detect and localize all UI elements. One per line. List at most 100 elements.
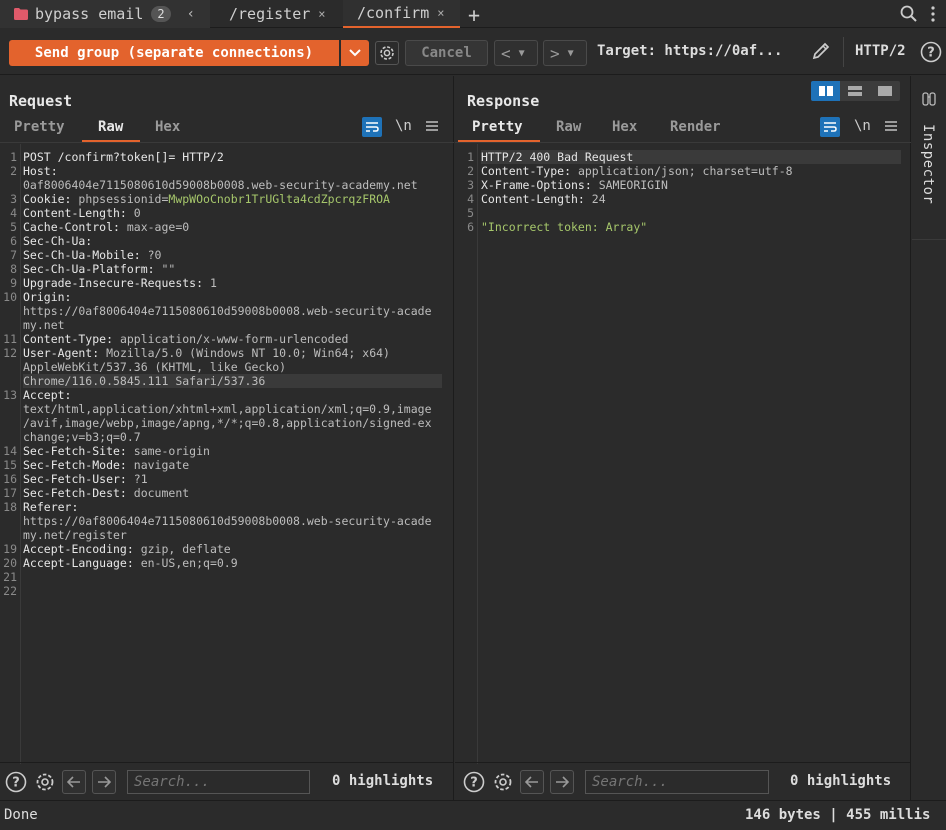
help-icon[interactable]: ? — [5, 771, 27, 793]
gear-icon[interactable] — [492, 771, 514, 793]
menu-icon[interactable] — [885, 121, 897, 131]
search-next-button[interactable] — [92, 770, 116, 794]
status-bar: Done 146 bytes | 455 millis — [0, 800, 946, 830]
search-icon[interactable] — [900, 5, 918, 23]
line-number: 7 — [10, 248, 17, 262]
line-number: 19 — [3, 542, 17, 556]
code-line: "Incorrect token: Array" — [481, 220, 647, 234]
response-stats: 146 bytes | 455 millis — [745, 807, 931, 823]
arrow-left-icon — [67, 776, 81, 788]
history-forward-button[interactable]: > ▼ — [543, 40, 587, 66]
search-prev-button[interactable] — [62, 770, 86, 794]
code-line: Content-Type: application/json; charset=… — [481, 164, 793, 178]
more-vertical-icon[interactable] — [930, 5, 936, 23]
response-editor[interactable]: 1 HTTP/2 400 Bad Request 2 Content-Type: ap… — [455, 144, 911, 764]
line-number: 5 — [10, 220, 17, 234]
svg-text:?: ? — [927, 46, 935, 61]
line-number: 1 — [467, 150, 474, 164]
header-name: Sec-Fetch-User: — [23, 472, 134, 486]
settings-button[interactable] — [375, 41, 399, 65]
tab-confirm[interactable]: /confirm × — [343, 0, 460, 28]
code-line: 0af8006404e7115080610d59008b0008.web-sec… — [23, 178, 418, 192]
layout-single-button[interactable] — [870, 81, 900, 101]
help-icon[interactable]: ? — [920, 41, 942, 63]
tab-bypass-email[interactable]: bypass email 2 ‹ — [0, 0, 210, 28]
layout-side-by-side-button[interactable] — [811, 81, 840, 101]
code-line: Host: — [23, 164, 58, 178]
divider — [0, 142, 454, 143]
header-name: Cookie: — [23, 192, 79, 206]
request-tab-pretty[interactable]: Pretty — [14, 119, 65, 135]
header-value: max-age=0 — [126, 220, 190, 234]
code-line: Sec-Fetch-Site: same-origin — [23, 444, 210, 458]
history-back-button[interactable]: < ▼ — [494, 40, 538, 66]
help-icon[interactable]: ? — [463, 771, 485, 793]
request-search-input[interactable] — [127, 770, 310, 794]
newline-toggle[interactable]: \n — [395, 118, 412, 134]
line-number: 15 — [3, 458, 17, 472]
plus-icon[interactable]: + — [468, 3, 480, 27]
close-icon[interactable]: × — [318, 7, 325, 21]
response-tab-hex[interactable]: Hex — [612, 119, 637, 135]
layout-stacked-button[interactable] — [840, 81, 870, 101]
response-tab-raw[interactable]: Raw — [556, 119, 581, 135]
inspector-sidebar: Inspector — [912, 76, 946, 800]
header-value: SAMEORIGIN — [598, 178, 668, 192]
response-search-input[interactable] — [585, 770, 769, 794]
inspector-tab[interactable]: Inspector — [912, 76, 946, 240]
target-label[interactable]: Target: https://0af... — [597, 43, 782, 59]
arrow-right-icon: > — [550, 43, 560, 63]
header-value: "" — [161, 262, 176, 276]
send-dropdown-button[interactable] — [341, 40, 369, 66]
gear-icon[interactable] — [34, 771, 56, 793]
body-string: "Incorrect token: Array" — [481, 220, 648, 234]
header-value: gzip, deflate — [140, 542, 231, 556]
toolbar: Send group (separate connections) Cancel… — [0, 29, 946, 75]
header-value: 0af8006404e7115080610d59008b0008.web-sec… — [23, 178, 418, 192]
header-value: en-US,en;q=0.9 — [140, 556, 238, 570]
code-line: Referer: — [23, 500, 78, 514]
line-number: 16 — [3, 472, 17, 486]
cancel-button[interactable]: Cancel — [405, 40, 488, 66]
request-tab-raw[interactable]: Raw — [98, 119, 123, 135]
header-value: AppleWebKit/537.36 (KHTML, like Gecko) — [23, 360, 287, 374]
wrap-lines-button[interactable] — [362, 117, 382, 137]
line-number: 18 — [3, 500, 17, 514]
response-tab-pretty[interactable]: Pretty — [472, 119, 523, 135]
code-line: Accept-Encoding: gzip, deflate — [23, 542, 231, 556]
close-icon[interactable]: × — [437, 6, 444, 20]
tab-register[interactable]: /register × — [215, 0, 340, 28]
send-group-button[interactable]: Send group (separate connections) — [9, 40, 339, 66]
line-number: 4 — [467, 192, 474, 206]
header-value: phpsessionid= — [78, 192, 169, 206]
header-name: HTTP/2 400 Bad Request — [481, 150, 634, 164]
header-name: Origin: — [23, 290, 72, 304]
http-version-label[interactable]: HTTP/2 — [855, 43, 906, 59]
code-line: Content-Type: application/x-www-form-url… — [23, 332, 348, 346]
newline-toggle[interactable]: \n — [854, 118, 871, 134]
search-next-button[interactable] — [550, 770, 574, 794]
request-tab-hex[interactable]: Hex — [155, 119, 180, 135]
response-tab-render[interactable]: Render — [670, 119, 721, 135]
line-number: 21 — [3, 570, 17, 584]
code-line: change;v=b3;q=0.7 — [23, 430, 141, 444]
response-highlights-count: 0 highlights — [790, 773, 892, 789]
tab-count-badge: 2 — [151, 6, 171, 22]
header-value: /avif,image/webp,image/apng,*/*;q=0.8,ap… — [23, 416, 432, 430]
header-name: Host: — [23, 164, 58, 178]
menu-icon[interactable] — [426, 121, 438, 131]
header-value: ?1 — [133, 472, 148, 486]
arrow-left-icon: < — [501, 43, 511, 63]
header-name: Cache-Control: — [23, 220, 127, 234]
line-number: 10 — [3, 290, 17, 304]
header-value: my.net/register — [23, 528, 127, 542]
request-editor[interactable]: 1 POST /confirm?token[]= HTTP/2 2 Host: 0af8… — [0, 144, 454, 764]
chevron-left-icon[interactable]: ‹ — [187, 6, 195, 22]
arrow-left-icon — [525, 776, 539, 788]
wrap-lines-button[interactable] — [820, 117, 840, 137]
status-text: Done — [4, 807, 38, 823]
pencil-icon[interactable] — [811, 41, 831, 61]
code-line: my.net/register — [23, 528, 127, 542]
header-name: Referer: — [23, 500, 79, 514]
search-prev-button[interactable] — [520, 770, 544, 794]
